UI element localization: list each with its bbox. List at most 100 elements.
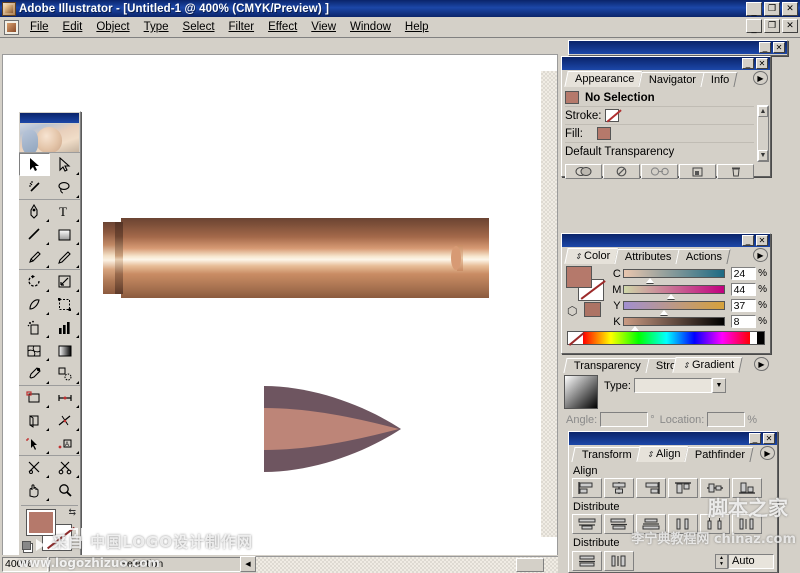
- channel-m-thumb[interactable]: [666, 294, 675, 299]
- channel-y-value[interactable]: 37: [730, 299, 757, 312]
- gradient-tool[interactable]: [50, 339, 81, 362]
- menu-help[interactable]: Help: [398, 19, 436, 35]
- appearance-panel-scrollbar[interactable]: ▲ ▼: [757, 105, 769, 162]
- column-graph-tool[interactable]: [50, 316, 81, 339]
- channel-c-thumb[interactable]: [645, 278, 654, 283]
- color-panel-minimize-button[interactable]: _: [742, 235, 754, 246]
- menu-type[interactable]: Type: [137, 19, 176, 35]
- horizontal-distribute-space-button[interactable]: [604, 551, 634, 571]
- appearance-stroke-row[interactable]: Stroke:: [565, 107, 754, 125]
- bullet-tip-shape[interactable]: [256, 380, 406, 478]
- gradient-location-value[interactable]: [707, 412, 746, 427]
- menu-window[interactable]: Window: [343, 19, 398, 35]
- vertical-distribute-bottom-button[interactable]: [636, 514, 666, 534]
- tab-gradient[interactable]: ⇕ Gradient: [672, 357, 743, 373]
- tab-color[interactable]: ⇕ Color: [564, 248, 619, 264]
- spectrum-ramp[interactable]: [583, 332, 750, 344]
- appearance-fill-swatch[interactable]: [596, 127, 611, 140]
- appearance-fill-row[interactable]: Fill:: [565, 125, 754, 143]
- menu-file[interactable]: File: [23, 19, 56, 35]
- toolbox-title-bar[interactable]: [20, 113, 79, 123]
- tab-info[interactable]: Info: [700, 72, 739, 87]
- scroll-left-button[interactable]: ◀: [240, 556, 256, 572]
- fill-color-swatch[interactable]: [26, 509, 56, 536]
- menu-filter[interactable]: Filter: [222, 19, 262, 35]
- slice-select-tool[interactable]: [19, 432, 50, 455]
- tab-align[interactable]: ⇕ Align: [636, 446, 689, 462]
- free-transform-tool[interactable]: [50, 293, 81, 316]
- spacing-stepper[interactable]: ▲ ▼: [715, 553, 728, 569]
- gradient-type-combo[interactable]: ▼: [633, 378, 726, 393]
- pen-tool[interactable]: [19, 200, 50, 223]
- gradient-type-value[interactable]: [633, 378, 712, 393]
- horizontal-align-center-button[interactable]: [604, 478, 634, 498]
- maximize-button[interactable]: ❐: [764, 2, 780, 16]
- appearance-panel-minimize-button[interactable]: _: [742, 58, 754, 69]
- zoom-level-field[interactable]: 400%: [2, 556, 48, 572]
- appearance-stroke-swatch[interactable]: [605, 109, 620, 122]
- line-segment-tool[interactable]: [19, 223, 50, 246]
- color-panel-fill-swatch[interactable]: [566, 266, 592, 288]
- background-panel-close-button[interactable]: ✕: [773, 42, 785, 53]
- channel-y-track[interactable]: [622, 301, 725, 315]
- tab-appearance[interactable]: Appearance: [564, 71, 644, 87]
- horizontal-scrollbar[interactable]: [256, 556, 558, 573]
- magic-wand-tool[interactable]: [19, 176, 50, 199]
- tab-actions[interactable]: Actions: [675, 249, 732, 264]
- document-close-button[interactable]: ✕: [782, 19, 798, 33]
- channel-m-value[interactable]: 44: [730, 283, 757, 296]
- new-art-has-basic-appearance-button[interactable]: [565, 164, 602, 179]
- vertical-distribute-top-button[interactable]: [572, 514, 602, 534]
- zoom-tool[interactable]: [50, 479, 81, 502]
- vertical-align-bottom-button[interactable]: [732, 478, 762, 498]
- artboard-canvas[interactable]: 删除制作: [2, 54, 558, 556]
- channel-y-thumb[interactable]: [659, 310, 668, 315]
- color-panel-close-button[interactable]: ✕: [756, 235, 768, 246]
- appearance-panel-menu-icon[interactable]: ▶: [753, 71, 768, 85]
- menu-select[interactable]: Select: [176, 19, 222, 35]
- out-of-web-gamut-icon[interactable]: ⬡: [567, 304, 577, 318]
- appearance-scroll-up-icon[interactable]: ▲: [758, 106, 768, 117]
- background-panel-minimize-button[interactable]: _: [759, 42, 771, 53]
- swap-fill-stroke-icon[interactable]: ⇆: [68, 507, 76, 518]
- menu-object[interactable]: Object: [89, 19, 136, 35]
- slice-tool[interactable]: [19, 386, 50, 409]
- gradient-type-dropdown-icon[interactable]: ▼: [711, 378, 726, 393]
- canvas-vertical-scrollbar[interactable]: [541, 71, 557, 537]
- scissors-tool[interactable]: [19, 456, 50, 479]
- menu-edit[interactable]: Edit: [56, 19, 90, 35]
- align-panel-title-bar[interactable]: _ ✕: [569, 432, 777, 445]
- rotate-tool[interactable]: [19, 270, 50, 293]
- cut-tool[interactable]: [50, 456, 81, 479]
- document-minimize-button[interactable]: _: [746, 19, 762, 33]
- spacing-stepper-down-icon[interactable]: ▼: [716, 561, 727, 568]
- horizontal-align-right-button[interactable]: [636, 478, 666, 498]
- menu-view[interactable]: View: [304, 19, 343, 35]
- auto-trace-tool[interactable]: A: [50, 432, 81, 455]
- blend-tool[interactable]: [50, 362, 81, 385]
- tab-navigator[interactable]: Navigator: [638, 72, 706, 87]
- lasso-tool[interactable]: [50, 176, 81, 199]
- appearance-transparency-row[interactable]: Default Transparency: [565, 143, 754, 161]
- pencil-tool[interactable]: [50, 246, 81, 269]
- channel-k-value[interactable]: 8: [730, 315, 757, 328]
- mesh-tool[interactable]: [19, 339, 50, 362]
- tab-transparency[interactable]: Transparency: [563, 358, 650, 373]
- tab-transform[interactable]: Transform: [571, 447, 641, 462]
- menu-effect[interactable]: Effect: [261, 19, 304, 35]
- gradient-panel-menu-icon[interactable]: ▶: [754, 357, 769, 371]
- vertical-distribute-center-button[interactable]: [604, 514, 634, 534]
- channel-k-thumb[interactable]: [630, 326, 639, 331]
- horizontal-align-left-button[interactable]: [572, 478, 602, 498]
- channel-m-track[interactable]: [622, 285, 725, 299]
- hand-tool[interactable]: [19, 479, 50, 502]
- align-panel-close-button[interactable]: ✕: [763, 433, 775, 444]
- close-button[interactable]: ✕: [782, 2, 798, 16]
- eyedropper-tool[interactable]: [19, 362, 50, 385]
- default-fill-stroke-icon[interactable]: [22, 541, 33, 553]
- tab-attributes[interactable]: Attributes: [614, 249, 681, 264]
- reduce-to-basic-appearance-button[interactable]: [641, 164, 678, 179]
- symbol-sprayer-tool[interactable]: [19, 316, 50, 339]
- horizontal-scrollbar-thumb[interactable]: [516, 558, 544, 572]
- channel-c-track[interactable]: [622, 269, 725, 283]
